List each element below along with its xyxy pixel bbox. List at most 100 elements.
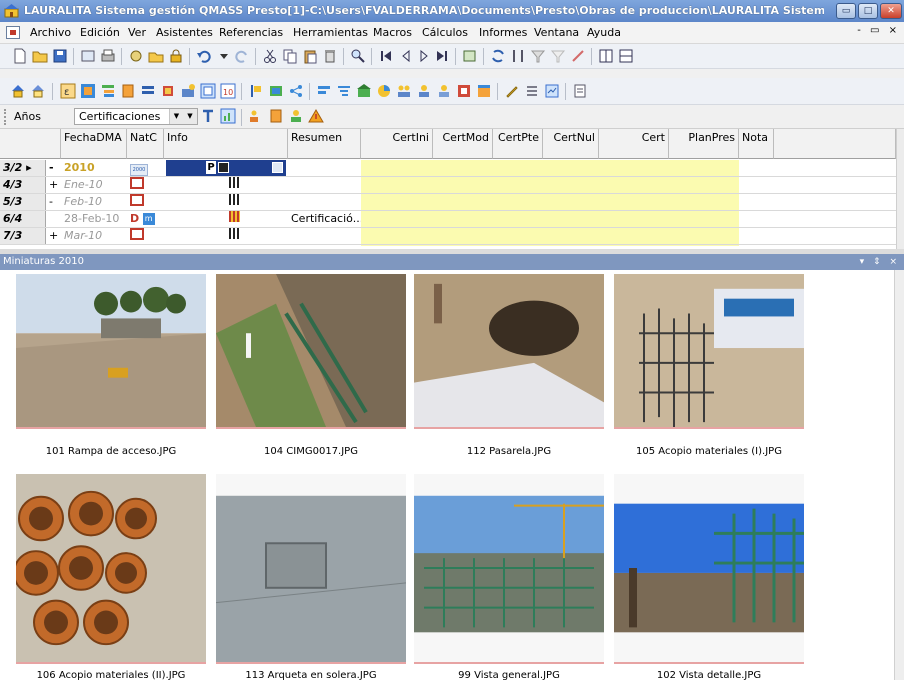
column-header-planpres[interactable]: PlanPres — [669, 129, 739, 159]
row-natc[interactable]: 2000 — [127, 160, 164, 176]
menu-ayuda[interactable]: Ayuda — [582, 22, 626, 44]
row-resumen[interactable]: Certificació... — [288, 211, 361, 227]
row-id[interactable]: 3/2 ▸ — [0, 160, 46, 176]
suppliers-icon[interactable] — [436, 83, 452, 99]
column-header-nota[interactable]: Nota — [739, 129, 774, 159]
split-vertical-icon[interactable] — [598, 48, 614, 64]
home-icon[interactable] — [10, 83, 26, 99]
chart-icon[interactable] — [376, 83, 392, 99]
calendar-view-icon[interactable]: 10 — [220, 83, 236, 99]
row-info[interactable] — [226, 228, 246, 244]
row-fecha[interactable]: 28-Feb-10 — [61, 211, 127, 227]
row-info-selected[interactable]: P — [166, 160, 286, 176]
measurements-icon[interactable] — [140, 83, 156, 99]
photo-cimg0017[interactable] — [216, 274, 406, 429]
thumbnails-vertical-scrollbar[interactable] — [894, 270, 904, 680]
column-header-certnul[interactable]: CertNul — [543, 129, 599, 159]
open-project-icon[interactable] — [148, 48, 164, 64]
erase-icon[interactable] — [570, 48, 586, 64]
row-expander[interactable]: - — [46, 160, 61, 176]
photo-vista-detalle[interactable] — [614, 474, 804, 664]
menu-archivo[interactable]: Archivo — [25, 22, 76, 44]
close-button[interactable]: ✕ — [880, 3, 902, 19]
mdi-window-controls[interactable]: - ▭ × — [857, 25, 900, 36]
notes-icon[interactable] — [572, 83, 588, 99]
save-icon[interactable] — [52, 48, 68, 64]
row-natc[interactable] — [127, 177, 164, 193]
cut-icon[interactable] — [262, 48, 278, 64]
column-header-certini[interactable]: CertIni — [361, 129, 433, 159]
warehouse-icon[interactable] — [476, 83, 492, 99]
row-natc[interactable] — [127, 228, 164, 244]
table-row[interactable]: 6/4 28-Feb-10 D m Certificació... — [0, 211, 896, 228]
clear-filter-icon[interactable] — [550, 48, 566, 64]
photo-pasarela[interactable] — [414, 274, 604, 429]
chart-toggle-icon[interactable] — [220, 108, 236, 124]
row-info[interactable] — [226, 177, 246, 193]
table-row[interactable]: 4/3 + Ene-10 — [0, 177, 896, 194]
text-filter-icon[interactable] — [200, 108, 216, 124]
entities-icon[interactable] — [160, 83, 176, 99]
window-title-bar[interactable]: LAURALITA Sistema gestión QMASS Presto[1… — [0, 0, 904, 22]
row-fecha[interactable]: Feb-10 — [61, 194, 127, 210]
photo-arqueta-en-solera[interactable] — [216, 474, 406, 664]
split-horizontal-icon[interactable] — [618, 48, 634, 64]
tree-icon[interactable] — [100, 83, 116, 99]
row-fecha[interactable]: 2010 — [61, 160, 127, 176]
share-icon[interactable] — [288, 83, 304, 99]
row-fecha[interactable]: Mar-10 — [61, 228, 127, 244]
concepts-icon[interactable] — [80, 83, 96, 99]
redo-icon[interactable] — [234, 48, 250, 64]
column-header-fechadma[interactable]: FechaDMA — [61, 129, 127, 159]
properties-icon[interactable] — [128, 48, 144, 64]
row-fecha[interactable]: Ene-10 — [61, 177, 127, 193]
photo-acopio-materiales-i[interactable] — [614, 274, 804, 429]
budget-icon[interactable] — [120, 83, 136, 99]
toolbar-grip[interactable] — [4, 109, 10, 125]
resources-icon[interactable] — [180, 83, 196, 99]
photo-rampa-de-acceso[interactable] — [16, 274, 206, 429]
table-row[interactable]: 5/3 - Feb-10 — [0, 194, 896, 211]
print-icon[interactable] — [100, 48, 116, 64]
column-header-cert[interactable]: Cert — [599, 129, 669, 159]
recalculate-icon[interactable] — [490, 48, 506, 64]
paste-icon[interactable] — [302, 48, 318, 64]
agents-icon[interactable] — [288, 108, 304, 124]
contracts-icon[interactable] — [268, 83, 284, 99]
row-id[interactable]: 5/3 — [0, 194, 46, 210]
menu-ventana[interactable]: Ventana — [529, 22, 584, 44]
new-file-icon[interactable] — [12, 48, 28, 64]
copy-icon[interactable] — [282, 48, 298, 64]
row-id[interactable]: 4/3 — [0, 177, 46, 193]
period-label[interactable]: Años — [14, 109, 54, 125]
view-selector-dropdown-button[interactable]: ▼ — [183, 108, 198, 125]
column-header-resumen[interactable]: Resumen — [288, 129, 361, 159]
row-id[interactable]: 7/3 — [0, 228, 46, 244]
column-header-info[interactable]: Info — [164, 129, 288, 159]
column-header-certpte[interactable]: CertPte — [493, 129, 543, 159]
view-selector[interactable]: Certificaciones ▼ — [74, 108, 184, 125]
print-preview-icon[interactable] — [80, 48, 96, 64]
report-icon[interactable] — [544, 83, 560, 99]
previous-record-icon[interactable] — [398, 48, 414, 64]
maximize-button[interactable]: □ — [858, 3, 878, 19]
table-row[interactable]: 3/2 ▸ - 2010 2000 P — [0, 160, 896, 177]
home-parent-icon[interactable] — [30, 83, 46, 99]
first-record-icon[interactable] — [378, 48, 394, 64]
list-icon[interactable] — [524, 83, 540, 99]
row-expander[interactable]: + — [46, 228, 61, 244]
column-header-certmod[interactable]: CertMod — [433, 129, 493, 159]
row-header-corner[interactable] — [0, 129, 61, 159]
menu-referencias[interactable]: Referencias — [214, 22, 288, 44]
row-info[interactable] — [226, 211, 246, 227]
hierarchy-icon[interactable]: ε — [60, 83, 76, 99]
orders-icon[interactable] — [456, 83, 472, 99]
menu-asistentes[interactable]: Asistentes — [151, 22, 218, 44]
row-expander[interactable]: + — [46, 177, 61, 193]
menu-calculos[interactable]: Cálculos — [417, 22, 473, 44]
export-icon[interactable] — [462, 48, 478, 64]
photo-vista-general[interactable] — [414, 474, 604, 664]
house-icon[interactable] — [356, 83, 372, 99]
row-natc[interactable]: D m — [127, 211, 164, 227]
find-icon[interactable] — [350, 48, 366, 64]
